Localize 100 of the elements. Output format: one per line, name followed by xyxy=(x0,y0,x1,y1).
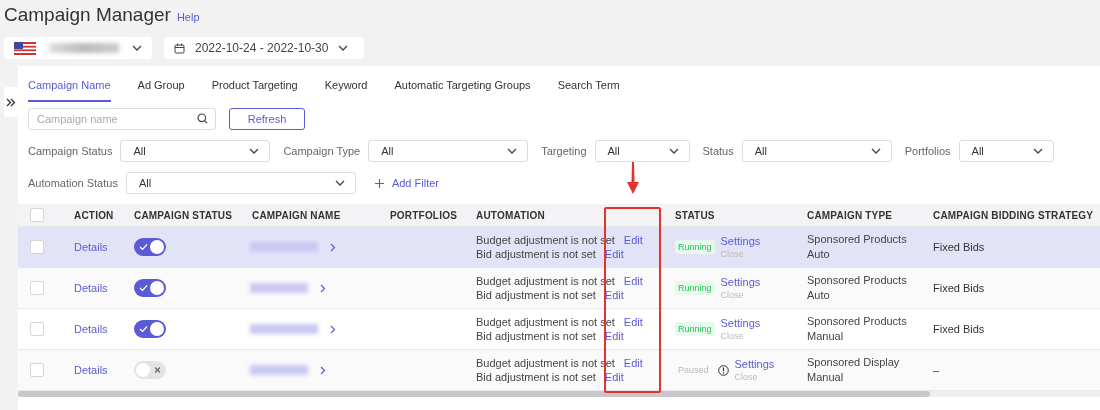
blurred-campaign-name xyxy=(250,283,308,293)
checkbox[interactable] xyxy=(30,208,44,222)
toggle-switch[interactable] xyxy=(134,238,166,256)
campaign-type: Sponsored Products Auto xyxy=(807,273,908,303)
tab[interactable]: Keyword xyxy=(324,79,368,102)
toggle-switch[interactable] xyxy=(134,361,166,379)
scrollbar-thumb[interactable] xyxy=(18,391,930,397)
expand-sidebar-button[interactable] xyxy=(4,87,18,117)
checkbox[interactable] xyxy=(30,322,44,336)
refresh-button[interactable]: Refresh xyxy=(229,108,305,130)
chevron-down-icon xyxy=(870,148,881,154)
account-select[interactable] xyxy=(4,37,152,59)
settings-link[interactable]: Settings xyxy=(734,358,775,370)
blurred-account-name xyxy=(49,43,119,53)
details-link[interactable]: Details xyxy=(74,282,108,294)
blurred-campaign-name xyxy=(250,324,318,334)
filter-label: Targeting xyxy=(541,145,587,157)
chevron-down-icon xyxy=(249,148,260,154)
date-range-select[interactable]: 2022-10-24 - 2022-10-30 xyxy=(164,37,364,59)
column-header: CAMPAIGN NAME xyxy=(252,209,341,221)
add-filter-link[interactable]: Add Filter xyxy=(374,177,439,189)
checkbox[interactable] xyxy=(30,281,44,295)
automation-text: Bid adjustment is not set xyxy=(476,248,596,260)
status-label: Running xyxy=(675,281,715,295)
column-header: ACTION xyxy=(74,209,114,221)
edit-link[interactable]: Edit xyxy=(604,248,624,260)
column-header: CAMPAIGN BIDDING STRATEGY xyxy=(933,209,1094,221)
calendar-icon xyxy=(174,42,185,54)
filter-dropdown[interactable]: All xyxy=(125,172,356,194)
chevron-down-icon xyxy=(334,180,345,186)
chevron-down-icon xyxy=(1032,148,1043,154)
edit-link[interactable]: Edit xyxy=(604,330,624,342)
campaign-type: Sponsored Products Manual xyxy=(807,314,908,344)
chevron-right-icon[interactable] xyxy=(320,365,326,375)
settings-link[interactable]: Settings xyxy=(720,235,761,247)
filter-label: Automation Status xyxy=(28,177,118,189)
bidding-strategy: – xyxy=(933,364,940,376)
checkbox[interactable] xyxy=(30,363,44,377)
tab[interactable]: Automatic Targeting Groups xyxy=(394,79,531,102)
settings-link[interactable]: Settings xyxy=(720,317,761,329)
toggle-switch[interactable] xyxy=(134,279,166,297)
chevron-down-icon xyxy=(132,45,142,51)
checkbox[interactable] xyxy=(30,240,44,254)
settings-link[interactable]: Settings xyxy=(720,276,761,288)
filter-dropdown[interactable]: All xyxy=(958,140,1054,162)
info-icon xyxy=(717,364,729,376)
tab[interactable]: Product Targeting xyxy=(211,79,298,102)
column-header: PORTFOLIOS xyxy=(390,209,457,221)
details-link[interactable]: Details xyxy=(74,241,108,253)
column-header: CAMPAIGN TYPE xyxy=(807,209,893,221)
status-label: Running xyxy=(675,322,715,336)
edit-link[interactable]: Edit xyxy=(623,357,643,369)
chevron-down-icon xyxy=(338,45,349,51)
bidding-strategy: Fixed Bids xyxy=(933,282,985,294)
plus-icon xyxy=(374,178,384,188)
tab[interactable]: Campaign Name xyxy=(28,79,111,102)
column-header: AUTOMATION xyxy=(476,209,545,221)
page-title: Campaign Manager xyxy=(4,4,171,26)
automation-text: Bid adjustment is not set xyxy=(476,371,596,383)
campaign-type: Sponsored Display Manual xyxy=(807,355,901,385)
date-range: 2022-10-24 - 2022-10-30 xyxy=(195,41,329,55)
details-link[interactable]: Details xyxy=(74,323,108,335)
filter-dropdown[interactable]: All xyxy=(368,140,529,162)
filter-label: Campaign Type xyxy=(283,145,361,157)
filter-label: Status xyxy=(702,145,734,157)
search-icon xyxy=(197,113,208,124)
bidding-strategy: Fixed Bids xyxy=(933,323,985,335)
filter-label: Campaign Status xyxy=(28,145,113,157)
chevron-right-icon[interactable] xyxy=(330,324,336,334)
campaign-type: Sponsored Products Auto xyxy=(807,232,908,262)
annotation-arrow xyxy=(627,162,639,194)
column-header: CAMPAIGN STATUS xyxy=(134,209,232,221)
edit-link[interactable]: Edit xyxy=(623,316,643,328)
edit-link[interactable]: Edit xyxy=(623,234,643,246)
chevron-down-icon xyxy=(668,148,679,154)
filter-dropdown[interactable]: All xyxy=(741,140,892,162)
chevron-down-icon xyxy=(507,148,518,154)
blurred-campaign-name xyxy=(250,242,318,252)
status-label: Running xyxy=(675,240,715,254)
status-label: Paused xyxy=(677,364,710,377)
double-chevron-icon xyxy=(6,97,16,107)
edit-link[interactable]: Edit xyxy=(604,371,624,383)
details-link[interactable]: Details xyxy=(74,364,108,376)
toggle-switch[interactable] xyxy=(134,320,166,338)
help-link[interactable]: Help xyxy=(176,11,200,23)
chevron-right-icon[interactable] xyxy=(330,242,336,252)
blurred-campaign-name xyxy=(250,365,308,375)
search-field[interactable]: Campaign name xyxy=(28,108,216,130)
automation-text: Bid adjustment is not set xyxy=(476,289,596,301)
filter-dropdown[interactable]: All xyxy=(120,140,271,162)
bidding-strategy: Fixed Bids xyxy=(933,241,985,253)
edit-link[interactable]: Edit xyxy=(604,289,624,301)
edit-link[interactable]: Edit xyxy=(623,275,643,287)
automation-text: Bid adjustment is not set xyxy=(476,330,596,342)
tab[interactable]: Search Term xyxy=(557,79,620,102)
column-header: STATUS xyxy=(675,209,715,221)
filter-dropdown[interactable]: All xyxy=(594,140,690,162)
chevron-right-icon[interactable] xyxy=(320,283,326,293)
tab[interactable]: Ad Group xyxy=(137,79,185,102)
filter-label: Portfolios xyxy=(904,145,951,157)
